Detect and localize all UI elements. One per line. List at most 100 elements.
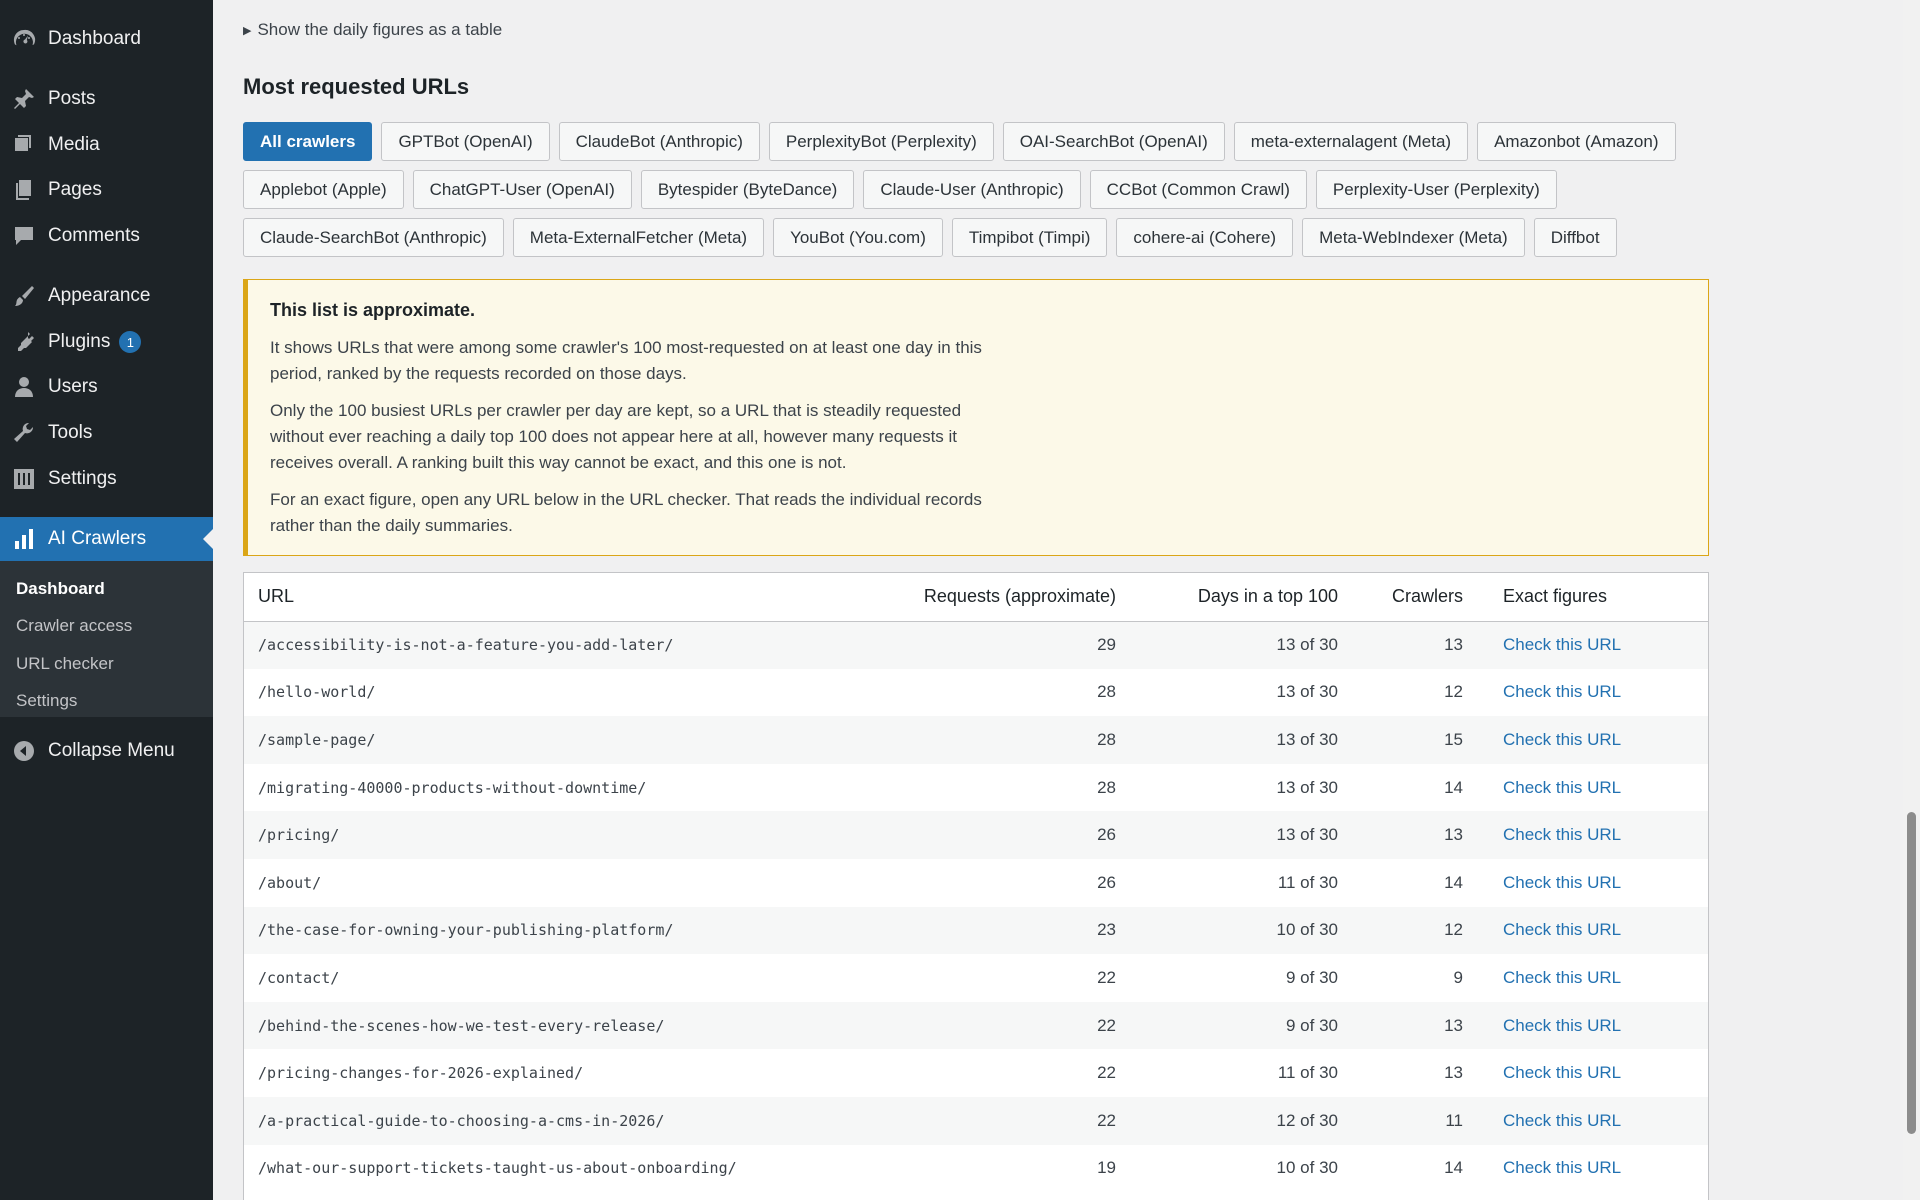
crawler-filter-button[interactable]: cohere-ai (Cohere)	[1116, 218, 1294, 257]
crawler-filter-button[interactable]: Timpibot (Timpi)	[951, 218, 1108, 257]
crawler-filter-button[interactable]: PerplexityBot (Perplexity)	[768, 122, 994, 161]
check-url-link[interactable]: Check this URL	[1503, 682, 1621, 701]
url-cell: /sample-page/	[258, 730, 376, 749]
requests-cell: 23	[1097, 920, 1116, 940]
menu-item-posts[interactable]: Posts	[0, 77, 213, 121]
ai-crawlers-submenu: Dashboard Crawler access URL checker Set…	[0, 561, 213, 717]
crawlers-cell: 13	[1444, 825, 1463, 845]
comment-icon	[12, 224, 36, 248]
menu-item-users[interactable]: Users	[0, 365, 213, 409]
menu-label: Comments	[48, 225, 140, 246]
submenu-item-crawler-access[interactable]: Crawler access	[16, 616, 132, 636]
exact-cell: Check this URL	[1477, 1145, 1708, 1193]
check-url-link[interactable]: Check this URL	[1503, 968, 1621, 987]
table-row: /what-our-support-tickets-taught-us-abou…	[244, 1145, 1708, 1193]
crawler-filter-button[interactable]: GPTBot (OpenAI)	[381, 122, 550, 161]
requests-cell: 26	[1097, 872, 1116, 892]
exact-cell: Check this URL	[1477, 1097, 1708, 1145]
requests-cell: 19	[1097, 1158, 1116, 1178]
crawler-filter-button[interactable]: ChatGPT-User (OpenAI)	[412, 170, 632, 209]
crawler-filter-button[interactable]: ClaudeBot (Anthropic)	[558, 122, 760, 161]
table-row: /the-case-for-owning-your-publishing-pla…	[244, 906, 1708, 955]
check-url-link[interactable]: Check this URL	[1503, 1111, 1621, 1130]
crawler-filter-button[interactable]: Meta-WebIndexer (Meta)	[1302, 218, 1525, 257]
check-url-link[interactable]: Check this URL	[1503, 873, 1621, 892]
check-url-link[interactable]: Check this URL	[1503, 920, 1621, 939]
check-url-link[interactable]: Check this URL	[1503, 730, 1621, 749]
menu-item-dashboard[interactable]: Dashboard	[0, 17, 213, 61]
crawler-filter-button[interactable]: Claude-User (Anthropic)	[863, 170, 1081, 209]
menu-label: Plugins	[48, 331, 111, 352]
table-row: /pricing/26 13 of 30 13 Check this URL	[244, 811, 1708, 859]
notice-paragraph: Only the 100 busiest URLs per crawler pe…	[270, 401, 962, 472]
crawlers-cell: 14	[1444, 1158, 1463, 1178]
crawler-filter-button[interactable]: Perplexity-User (Perplexity)	[1315, 170, 1557, 209]
table-body: /accessibility-is-not-a-feature-you-add-…	[244, 621, 1708, 1192]
requests-cell: 28	[1097, 682, 1116, 702]
url-cell: /about/	[258, 873, 322, 892]
requests-cell: 22	[1097, 1110, 1116, 1130]
crawler-filter-button[interactable]: Amazonbot (Amazon)	[1477, 122, 1676, 161]
scrollbar-thumb[interactable]	[1907, 812, 1916, 1134]
sliders-icon	[12, 467, 36, 491]
menu-label: Media	[48, 134, 100, 155]
table-row: /pricing-changes-for-2026-explained/22 11…	[244, 1049, 1708, 1097]
submenu-item-settings[interactable]: Settings	[16, 691, 77, 711]
submenu-item-dashboard[interactable]: Dashboard	[16, 579, 105, 599]
menu-item-settings[interactable]: Settings	[0, 457, 213, 501]
crawlers-cell: 14	[1444, 872, 1463, 892]
crawler-filter-button[interactable]: Claude-SearchBot (Anthropic)	[243, 218, 504, 257]
menu-item-comments[interactable]: Comments	[0, 214, 213, 258]
column-header-crawlers[interactable]: Crawlers	[1352, 573, 1477, 621]
column-header-url[interactable]: URL	[244, 573, 904, 621]
days-cell: 13 of 30	[1276, 682, 1338, 702]
menu-item-appearance[interactable]: Appearance	[0, 274, 213, 318]
menu-item-media[interactable]: Media	[0, 123, 213, 167]
pages-icon	[12, 178, 36, 202]
crawlers-cell: 13	[1444, 1015, 1463, 1035]
exact-cell: Check this URL	[1477, 716, 1708, 764]
crawler-filter-button[interactable]: CCBot (Common Crawl)	[1089, 170, 1307, 209]
days-cell: 13 of 30	[1276, 635, 1338, 655]
submenu-item-url-checker[interactable]: URL checker	[16, 654, 114, 674]
media-icon	[12, 133, 36, 157]
exact-cell: Check this URL	[1477, 1002, 1708, 1050]
requests-cell: 28	[1097, 729, 1116, 749]
menu-item-pages[interactable]: Pages	[0, 168, 213, 212]
check-url-link[interactable]: Check this URL	[1503, 1016, 1621, 1035]
crawlers-cell: 9	[1453, 967, 1463, 987]
daily-table-toggle[interactable]: ▶ Show the daily figures as a table	[243, 20, 502, 40]
menu-item-tools[interactable]: Tools	[0, 411, 213, 455]
menu-item-ai-crawlers[interactable]: AI Crawlers	[0, 517, 213, 561]
crawler-filter-button[interactable]: Applebot (Apple)	[243, 170, 404, 209]
collapse-menu-button[interactable]: Collapse Menu	[0, 729, 213, 773]
crawler-filter-button[interactable]: All crawlers	[243, 122, 373, 161]
requests-cell: 22	[1097, 1063, 1116, 1083]
crawler-filter-button[interactable]: OAI-SearchBot (OpenAI)	[1002, 122, 1225, 161]
days-cell: 9 of 30	[1286, 967, 1338, 987]
crawler-filter-button[interactable]: Diffbot	[1533, 218, 1617, 257]
triangle-right-icon: ▶	[243, 24, 252, 37]
filter-row: All crawlers GPTBot (OpenAI) ClaudeBot (An…	[243, 122, 1709, 161]
url-cell: /what-our-support-tickets-taught-us-abou…	[258, 1159, 737, 1178]
notice-paragraph: For an exact figure, open any URL below …	[270, 490, 982, 535]
column-header-requests[interactable]: Requests (approximate)	[904, 573, 1130, 621]
crawler-filter-button[interactable]: YouBot (You.com)	[773, 218, 943, 257]
check-url-link[interactable]: Check this URL	[1503, 825, 1621, 844]
admin-sidebar: Dashboard Posts Media Pages Comments App…	[0, 0, 213, 1200]
check-url-link[interactable]: Check this URL	[1503, 1158, 1621, 1177]
url-cell: /migrating-40000-products-without-downti…	[258, 778, 647, 797]
check-url-link[interactable]: Check this URL	[1503, 635, 1621, 654]
table-row: /migrating-40000-products-without-downti…	[244, 764, 1708, 812]
toggle-label: Show the daily figures as a table	[257, 20, 503, 39]
menu-label: Collapse Menu	[48, 740, 175, 761]
check-url-link[interactable]: Check this URL	[1503, 1063, 1621, 1082]
check-url-link[interactable]: Check this URL	[1503, 778, 1621, 797]
crawler-filter-button[interactable]: Bytespider (ByteDance)	[640, 170, 855, 209]
table-row: /a-practical-guide-to-choosing-a-cms-in-…	[244, 1096, 1708, 1145]
crawler-filter-button[interactable]: meta-externalagent (Meta)	[1233, 122, 1469, 161]
page-scrollbar[interactable]	[1903, 0, 1920, 1200]
crawler-filter-button[interactable]: Meta-ExternalFetcher (Meta)	[512, 218, 765, 257]
column-header-days[interactable]: Days in a top 100	[1130, 573, 1352, 621]
menu-item-plugins[interactable]: Plugins 1	[0, 320, 213, 364]
